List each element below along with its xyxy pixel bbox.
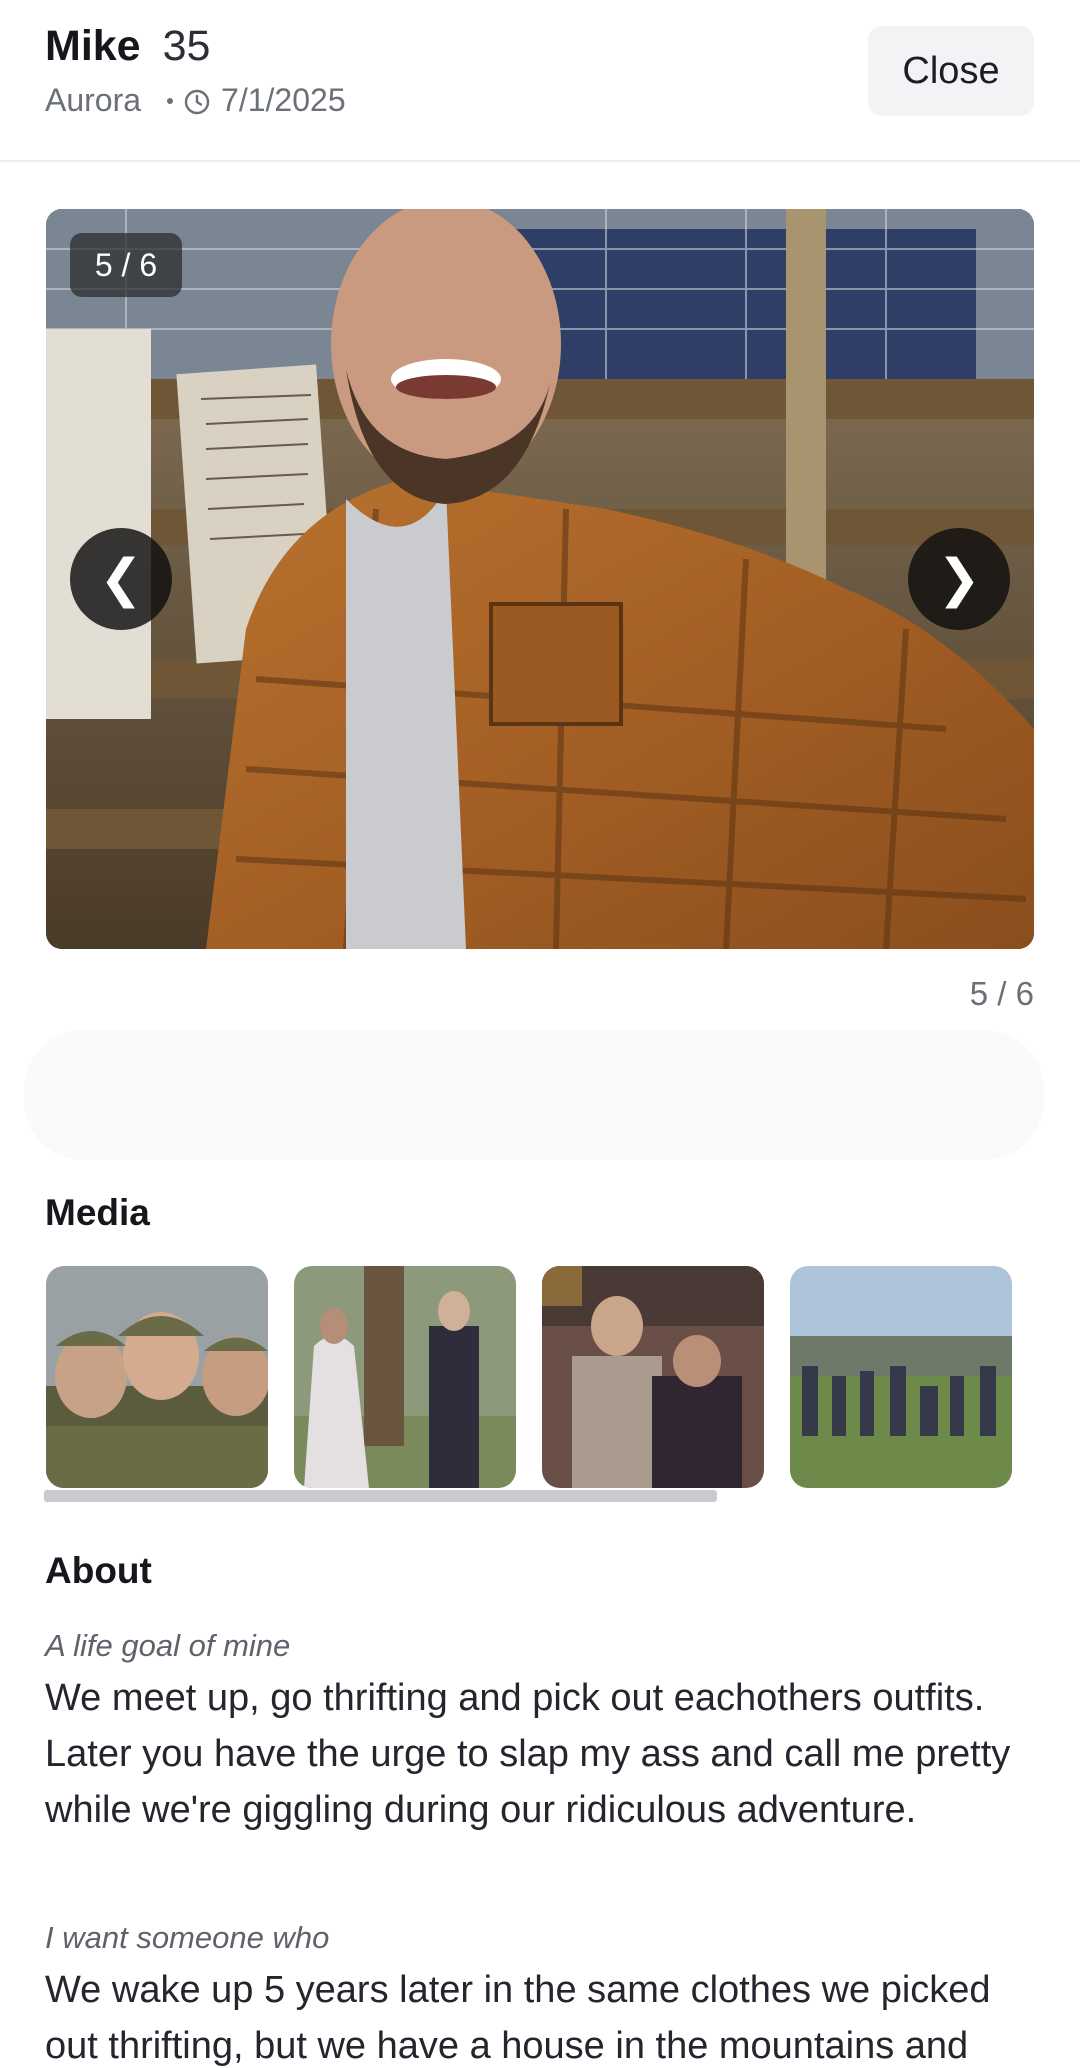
profile-age: 35	[162, 22, 211, 70]
media-heading: Media	[45, 1192, 150, 1233]
chevron-left-icon: ❮	[99, 550, 143, 608]
prompt-label: I want someone who	[45, 1920, 330, 1955]
media-photo-group	[790, 1266, 1012, 1488]
photo-counter-badge: 5 / 6	[70, 233, 182, 297]
media-scrollbar[interactable]	[44, 1490, 1034, 1502]
media-photo-wedding	[294, 1266, 516, 1488]
media-thumbnail[interactable]	[790, 1266, 1012, 1488]
profile-date: 7/1/2025	[221, 82, 346, 118]
profile-name: Mike	[45, 22, 141, 70]
media-photo-friends	[542, 1266, 764, 1488]
media-thumbnail[interactable]	[542, 1266, 764, 1488]
photo-counter: 5 / 6	[969, 975, 1034, 1012]
prompt-answer: We wake up 5 years later in the same clo…	[45, 1969, 991, 2067]
media-gallery[interactable]	[46, 1266, 1034, 1488]
about-heading: About	[45, 1550, 152, 1591]
chevron-right-icon: ❯	[937, 550, 981, 608]
prompt-answer: We meet up, go thrifting and pick out ea…	[45, 1677, 1011, 1831]
previous-photo-button[interactable]: ❮	[70, 528, 172, 630]
profile-header: Mike 35 Aurora 7/1/2025 Close	[0, 0, 1080, 162]
profile-meta: Aurora 7/1/2025	[45, 82, 346, 119]
separator-dot	[167, 97, 174, 104]
close-button[interactable]: Close	[868, 26, 1034, 116]
media-scrollbar-thumb[interactable]	[44, 1490, 717, 1502]
photo-carousel[interactable]: 5 / 6 ❮ ❯	[46, 209, 1034, 949]
next-photo-button[interactable]: ❯	[908, 528, 1010, 630]
placeholder-strip	[24, 1030, 1044, 1160]
name-row: Mike 35	[45, 22, 210, 71]
profile-view: Mike 35 Aurora 7/1/2025 Close 5 / 6 ❮ ❯ …	[0, 0, 1080, 2068]
media-thumbnail[interactable]	[294, 1266, 516, 1488]
media-photo-soldiers	[46, 1266, 268, 1488]
clock-icon	[183, 87, 211, 115]
profile-photo	[46, 209, 1034, 949]
prompt-label: A life goal of mine	[45, 1628, 291, 1663]
profile-location: Aurora	[45, 82, 142, 118]
media-thumbnail[interactable]	[46, 1266, 268, 1488]
